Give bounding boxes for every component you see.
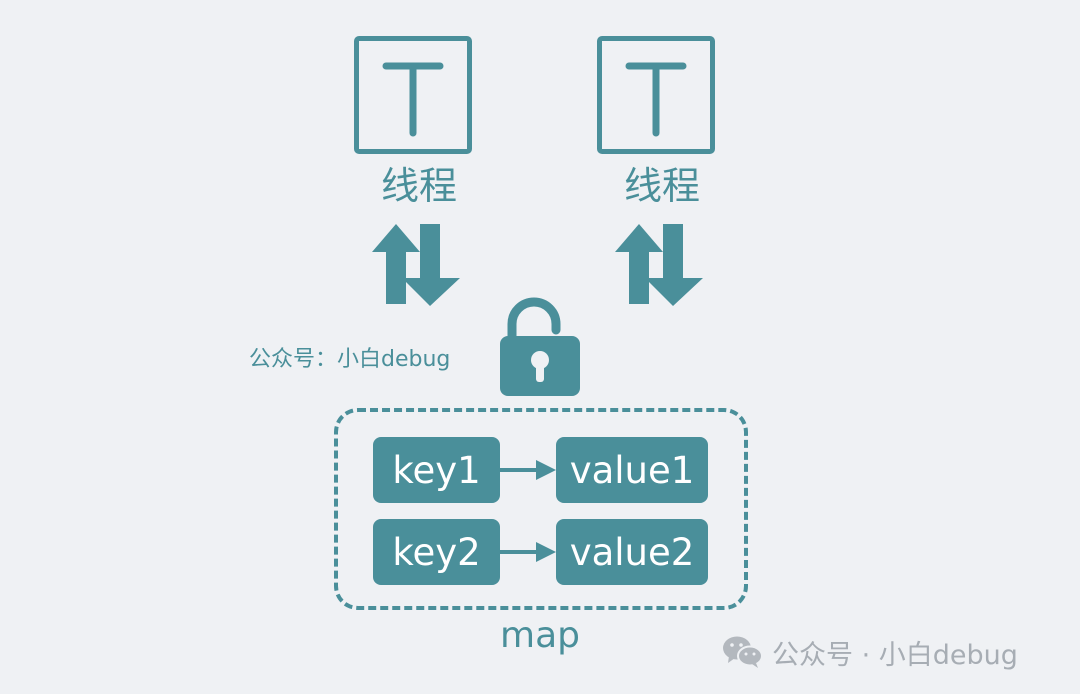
up-down-arrows-icon-1 (372, 224, 460, 306)
thread-label-2: 线程 (623, 164, 700, 208)
thread-label-1: 线程 (380, 164, 457, 208)
map-value-1: value1 (556, 437, 708, 503)
map-key-2: key2 (373, 519, 500, 585)
arrow-right-icon-1 (500, 460, 556, 480)
map-label: map (500, 615, 580, 656)
wechat-icon (723, 636, 763, 668)
map-value-2: value2 (556, 519, 708, 585)
map-key-1: key1 (373, 437, 500, 503)
up-down-arrows-icon-2 (615, 224, 703, 306)
watermark-text: 公众号：小白debug (249, 347, 451, 372)
thread-icon-2 (597, 36, 715, 154)
thread-icon-1 (354, 36, 472, 154)
diagram-canvas: 线程 线程 公众号：小白debug key1 value1 key2 value… (0, 0, 1080, 694)
arrow-right-icon-2 (500, 542, 556, 562)
footer-watermark: 公众号 · 小白debug (722, 634, 1018, 671)
t-letter-icon (382, 62, 444, 137)
t-letter-icon (625, 62, 687, 137)
unlocked-padlock-icon (500, 297, 580, 396)
footer-watermark-text: 公众号 · 小白debug (772, 639, 1018, 671)
